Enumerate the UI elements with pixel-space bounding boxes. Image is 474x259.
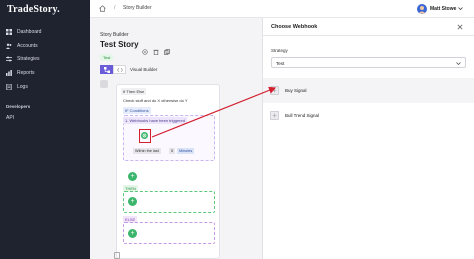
story-builder-main: Story Builder Test Story Test Visual Bui… — [90, 18, 262, 259]
condition-webhook-pill[interactable]: 1. Webhooks have been triggered — [123, 117, 187, 124]
within-label: Within the last — [133, 148, 161, 154]
chevron-down-icon — [456, 62, 461, 65]
strategy-select[interactable]: Test — [271, 57, 466, 68]
brand-logo[interactable]: TradeStory. — [7, 4, 60, 15]
canvas-rail — [100, 80, 108, 250]
page-title: Test Story — [100, 40, 139, 49]
modal-header: Choose Webhook — [263, 18, 474, 36]
user-name[interactable]: Matt Stowe — [430, 6, 456, 12]
within-unit-select[interactable]: Minutes — [177, 148, 195, 154]
webhook-option-label: Bull Trend Signal — [285, 113, 320, 118]
plus-icon — [270, 111, 279, 120]
title-toolbar — [142, 42, 170, 56]
canvas-footer-handle[interactable] — [114, 252, 120, 259]
code-icon — [116, 67, 123, 72]
page-subtitle: Story Builder — [100, 32, 129, 38]
add-else-action-button[interactable]: + — [128, 229, 137, 238]
sidebar: TradeStory. Dashboard Accounts Strategie… — [0, 0, 90, 259]
settings-icon[interactable] — [142, 42, 148, 55]
choose-webhook-panel: Choose Webhook Strategy Test Buy Signal … — [262, 18, 474, 259]
view-tabs: Visual Builder — [100, 64, 157, 75]
close-icon[interactable] — [457, 24, 463, 30]
sliders-icon — [6, 56, 12, 62]
flow-card: If Then Else Check stuff and do X otherw… — [116, 84, 220, 259]
sidebar-item-label: Dashboard — [17, 28, 42, 35]
annotation-highlight-box — [139, 129, 151, 143]
users-icon — [6, 43, 12, 49]
flow-block-title: If Then Else — [121, 88, 147, 95]
sidebar-item-label: Reports — [17, 69, 35, 76]
webhook-option-label: Buy Signal — [285, 88, 307, 93]
flow-icon — [103, 66, 110, 73]
sidebar-item-label: API — [6, 114, 15, 121]
sidebar-item-label: Logs — [17, 83, 28, 90]
copy-icon[interactable] — [164, 42, 170, 55]
home-icon[interactable] — [99, 5, 106, 12]
add-condition-button[interactable]: + — [128, 172, 137, 181]
within-number-field[interactable]: 5 — [169, 148, 176, 154]
sidebar-item-reports[interactable]: Reports — [0, 66, 90, 79]
webhook-option-buy-signal[interactable]: Buy Signal — [263, 78, 474, 103]
sidebar-item-accounts[interactable]: Accounts — [0, 39, 90, 52]
breadcrumb-separator: / — [114, 5, 116, 11]
status-badge: Test — [100, 54, 114, 61]
avatar[interactable] — [417, 4, 427, 14]
tab-code-view[interactable] — [113, 65, 126, 74]
sidebar-item-label: Strategies — [17, 55, 40, 62]
strategy-value: Test — [276, 61, 285, 66]
breadcrumb[interactable]: Story Builder — [123, 5, 152, 11]
grid-icon — [6, 28, 12, 35]
webhook-option-bull-trend-signal[interactable]: Bull Trend Signal — [263, 103, 474, 128]
developers-section-title: Developers — [6, 104, 31, 109]
top-bar: / Story Builder Matt Stowe — [90, 0, 474, 18]
sidebar-item-logs[interactable]: Logs — [0, 80, 90, 93]
document-icon — [6, 83, 12, 90]
chevron-down-icon[interactable] — [458, 6, 463, 11]
tab-visual-builder[interactable]: Visual Builder — [130, 67, 157, 72]
chart-icon — [6, 69, 12, 76]
tab-visual-icon-view[interactable] — [100, 65, 113, 74]
rail-node[interactable] — [100, 80, 108, 88]
flow-description: Check stuff and do X otherwise do Y — [123, 98, 188, 103]
delete-icon[interactable] — [153, 42, 159, 56]
plus-icon — [270, 86, 279, 95]
sidebar-item-api[interactable]: API — [0, 111, 90, 124]
modal-title: Choose Webhook — [271, 24, 318, 30]
if-conditions-label: IF Conditions — [123, 107, 151, 114]
sidebar-item-label: Accounts — [17, 42, 38, 49]
sidebar-item-dashboard[interactable]: Dashboard — [0, 25, 90, 38]
strategy-label: Strategy — [271, 48, 288, 53]
sidebar-item-strategies[interactable]: Strategies — [0, 52, 90, 65]
add-then-action-button[interactable]: + — [128, 197, 137, 206]
